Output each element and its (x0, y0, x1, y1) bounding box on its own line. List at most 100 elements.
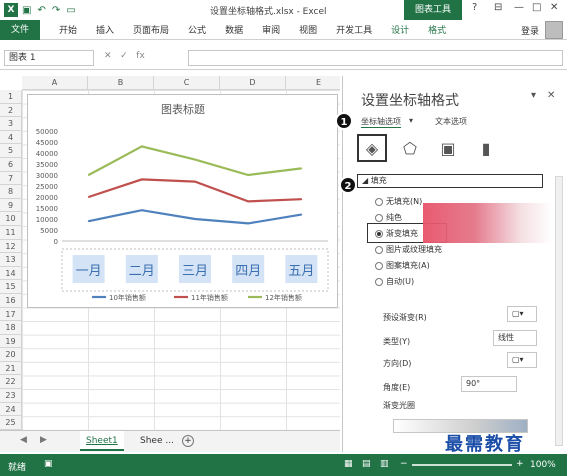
row-header[interactable]: 12 (0, 239, 22, 254)
radio-solid[interactable] (375, 213, 383, 222)
tab-view[interactable]: 视图 (299, 23, 317, 36)
zoom-slider[interactable] (412, 464, 512, 466)
radio-auto[interactable] (375, 277, 383, 286)
line-chart[interactable]: 图表标题500004500040000350003000025000200001… (28, 95, 339, 309)
maximize-icon[interactable]: □ (532, 2, 541, 13)
fill-line-icon[interactable]: ◈ (357, 134, 387, 162)
tab-formulas[interactable]: 公式 (188, 23, 206, 36)
tab-home[interactable]: 开始 (59, 23, 77, 36)
minimize-icon[interactable]: — (514, 2, 524, 13)
row-header[interactable]: 8 (0, 185, 22, 199)
radio-no-fill[interactable] (375, 197, 383, 206)
direction-dropdown[interactable]: ▢▾ (507, 352, 537, 368)
column-header[interactable]: E (286, 76, 340, 90)
axis-options-dropdown-icon[interactable]: ▾ (409, 116, 413, 125)
tab-format[interactable]: 格式 (428, 23, 446, 36)
macro-record-icon[interactable]: ▣ (44, 459, 53, 469)
formula-input[interactable] (188, 50, 563, 66)
row-header[interactable]: 20 (0, 348, 22, 362)
row-header[interactable]: 24 (0, 402, 22, 417)
scroll-left-icon[interactable]: ◀ (20, 435, 27, 445)
row-header[interactable]: 2 (0, 103, 22, 118)
zoom-level[interactable]: 100% (530, 460, 556, 470)
page-layout-view-icon[interactable]: ▤ (362, 459, 371, 469)
row-header[interactable]: 14 (0, 266, 22, 281)
enter-icon[interactable]: ✓ (120, 51, 128, 61)
size-properties-icon[interactable]: ▣ (433, 134, 463, 162)
cancel-icon[interactable]: ✕ (104, 51, 112, 61)
open-icon[interactable]: ▭ (66, 5, 75, 16)
help-icon[interactable]: ? (472, 2, 477, 13)
fx-icon[interactable]: fx (136, 51, 145, 61)
pane-scrollbar[interactable] (555, 176, 563, 446)
tab-axis-options[interactable]: 坐标轴选项 (361, 116, 401, 128)
row-header[interactable]: 7 (0, 171, 22, 186)
row-header[interactable]: 3 (0, 117, 22, 131)
tab-text-options[interactable]: 文本选项 (435, 116, 467, 127)
option-auto-fill[interactable]: 自动(U) (375, 276, 414, 287)
radio-pattern[interactable] (375, 261, 383, 270)
type-dropdown[interactable]: 线性 (493, 330, 537, 346)
tab-insert[interactable]: 插入 (96, 23, 114, 36)
pane-close-icon[interactable]: ✕ (547, 90, 555, 101)
row-header[interactable]: 15 (0, 280, 22, 294)
option-no-fill[interactable]: 无填充(N) (375, 196, 422, 207)
column-header[interactable]: C (154, 76, 220, 90)
column-header[interactable]: A (22, 76, 88, 90)
tab-review[interactable]: 审阅 (262, 23, 280, 36)
tab-design[interactable]: 设计 (391, 23, 409, 36)
redo-icon[interactable]: ↷ (52, 5, 60, 16)
row-header[interactable]: 10 (0, 212, 22, 226)
tab-data[interactable]: 数据 (225, 23, 243, 36)
tab-developer[interactable]: 开发工具 (336, 23, 372, 36)
close-icon[interactable]: ✕ (550, 2, 558, 13)
page-break-view-icon[interactable]: ▥ (380, 459, 389, 469)
row-header[interactable]: 17 (0, 307, 22, 322)
preset-gradient-dropdown[interactable]: ▢▾ (507, 306, 537, 322)
row-header[interactable]: 21 (0, 361, 22, 376)
login-link[interactable]: 登录 (521, 24, 539, 37)
undo-icon[interactable]: ↶ (37, 5, 45, 16)
add-sheet-button[interactable]: + (182, 435, 194, 447)
sheet-tab-other[interactable]: Shee ... (134, 431, 180, 451)
tab-page-layout[interactable]: 页面布局 (133, 23, 169, 36)
column-header[interactable]: D (220, 76, 286, 90)
column-header[interactable]: B (88, 76, 154, 90)
radio-picture[interactable] (375, 245, 383, 254)
row-header[interactable]: 16 (0, 293, 22, 308)
pane-options-icon[interactable]: ▾ (531, 90, 536, 101)
scroll-right-icon[interactable]: ▶ (40, 435, 47, 445)
row-header[interactable]: 5 (0, 144, 22, 158)
pane-icon-tabs: ◈ ⬠ ▣ ▮ (357, 134, 501, 162)
option-gradient-fill[interactable]: 渐变填充 (375, 228, 418, 239)
angle-input[interactable]: 90° (461, 376, 517, 392)
row-header[interactable]: 25 (0, 416, 22, 430)
name-box[interactable]: 图表 1 (4, 50, 94, 66)
avatar[interactable] (545, 21, 563, 39)
zoom-out-icon[interactable]: − (400, 459, 408, 469)
option-picture-fill[interactable]: 图片或纹理填充 (375, 244, 442, 255)
chart-object[interactable]: 图表标题 50000 45000 40000 35000 30000 25000 20000 1… (27, 94, 338, 308)
row-header[interactable]: 11 (0, 225, 22, 240)
fill-section-header[interactable]: ◢ 填充 (357, 174, 543, 188)
tab-file[interactable]: 文件 (0, 19, 40, 40)
row-header[interactable]: 22 (0, 375, 22, 390)
row-header[interactable]: 23 (0, 389, 22, 403)
radio-gradient[interactable] (375, 229, 383, 238)
row-header[interactable]: 13 (0, 253, 22, 267)
row-header[interactable]: 19 (0, 334, 22, 349)
normal-view-icon[interactable]: ▦ (344, 459, 353, 469)
row-header[interactable]: 9 (0, 198, 22, 213)
sheet-tab-sheet1[interactable]: Sheet1 (80, 431, 124, 451)
row-header[interactable]: 1 (0, 90, 22, 104)
row-header[interactable]: 6 (0, 157, 22, 172)
zoom-in-icon[interactable]: + (516, 459, 524, 469)
row-header[interactable]: 4 (0, 130, 22, 145)
axis-options-icon[interactable]: ▮ (471, 134, 501, 162)
save-icon[interactable]: ▣ (22, 5, 31, 16)
option-solid-fill[interactable]: 纯色 (375, 212, 402, 223)
option-pattern-fill[interactable]: 图案填充(A) (375, 260, 430, 271)
ribbon-display-icon[interactable]: ⊟ (494, 2, 502, 13)
effects-icon[interactable]: ⬠ (395, 134, 425, 162)
row-header[interactable]: 18 (0, 321, 22, 335)
